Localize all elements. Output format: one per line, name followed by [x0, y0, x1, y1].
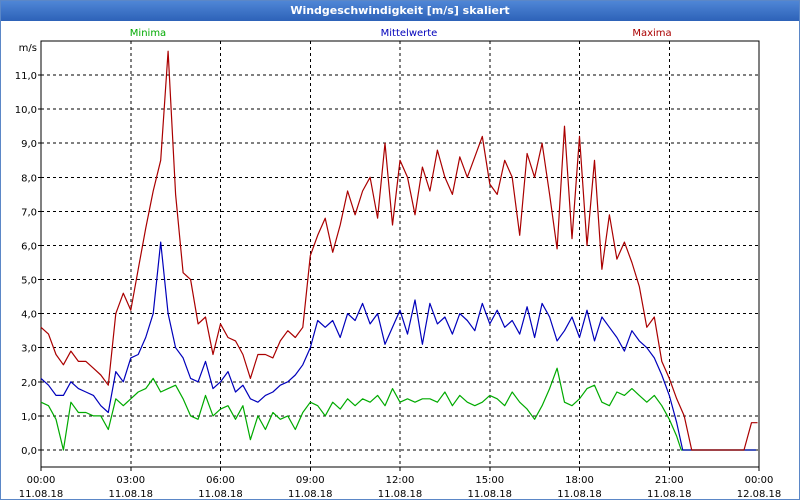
labels: 0,0 1,0 2,0 3,0 4,0 5,0 6,0 7,0 8,0 9,0 10,0 11,0 m/… [15, 28, 782, 499]
x-tick-time: 00:00 [27, 475, 56, 486]
x-tick-date: 11.08.18 [19, 489, 64, 499]
x-tick-date: 11.08.18 [647, 489, 692, 499]
series-line-minima [40, 367, 756, 451]
series-lines [40, 50, 758, 451]
y-tick-label: 11,0 [15, 71, 37, 82]
y-tick-label: 10,0 [15, 105, 37, 116]
legend-maxima: Maxima [632, 28, 671, 39]
x-tick-date: 11.08.18 [198, 489, 243, 499]
x-tick-date: 11.08.18 [288, 489, 333, 499]
x-tick-date: 12.08.18 [737, 489, 782, 499]
y-tick-label: 5,0 [21, 276, 37, 287]
legend-minima: Minima [130, 28, 166, 39]
x-tick-date: 11.08.18 [108, 489, 153, 499]
x-tick-time: 18:00 [565, 475, 594, 486]
window-title: Windgeschwindigkeit [m/s] skaliert [1, 1, 799, 21]
chart-window: Windgeschwindigkeit [m/s] skaliert 0,0 1,… [0, 0, 800, 500]
x-tick-time: 12:00 [386, 475, 415, 486]
legend-mittelwerte: Mittelwerte [381, 28, 438, 39]
y-tick-label: 3,0 [21, 344, 37, 355]
x-tick-date: 11.08.18 [557, 489, 602, 499]
wind-speed-chart: 0,0 1,0 2,0 3,0 4,0 5,0 6,0 7,0 8,0 9,0 10,0 11,0 m/… [15, 28, 782, 499]
y-tick-label: 2,0 [21, 378, 37, 389]
x-tick-date: 11.08.18 [378, 489, 423, 499]
y-tick-label: 4,0 [21, 310, 37, 321]
series-line-mittelwerte [40, 241, 756, 451]
series-line-maxima [40, 50, 758, 451]
axes [38, 40, 760, 471]
y-tick-label: 6,0 [21, 241, 37, 252]
x-tick-time: 09:00 [296, 475, 325, 486]
y-tick-label: 0,0 [21, 446, 37, 457]
x-tick-time: 15:00 [475, 475, 504, 486]
y-tick-label: 8,0 [21, 173, 37, 184]
x-tick-time: 21:00 [655, 475, 684, 486]
x-tick-time: 03:00 [116, 475, 145, 486]
y-tick-label: 7,0 [21, 207, 37, 218]
x-tick-date: 11.08.18 [467, 489, 512, 499]
grid [41, 41, 759, 467]
x-tick-time: 00:00 [745, 475, 774, 486]
y-tick-label: 9,0 [21, 139, 37, 150]
x-tick-time: 06:00 [206, 475, 235, 486]
y-axis-label: m/s [19, 43, 37, 54]
y-tick-label: 1,0 [21, 412, 37, 423]
